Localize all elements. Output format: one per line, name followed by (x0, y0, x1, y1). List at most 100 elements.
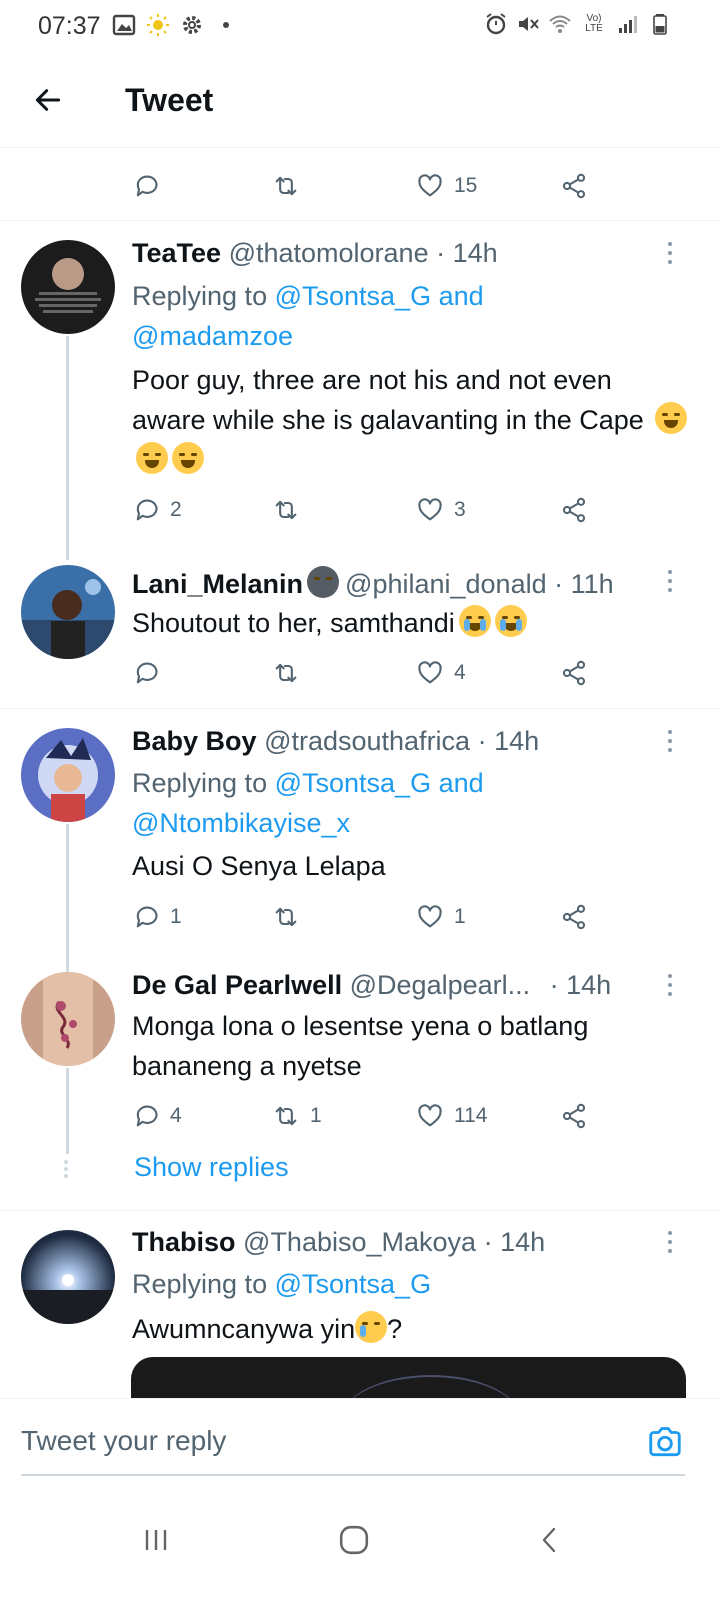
system-nav-bar (0, 1486, 720, 1600)
tweet-text: Monga lona o lesentse yena o batlang ban… (132, 1006, 692, 1086)
avatar[interactable] (21, 1230, 115, 1324)
sun-icon (146, 13, 170, 37)
reply-button[interactable] (132, 166, 160, 206)
mention-link[interactable]: @Tsontsa_G and (275, 281, 484, 311)
tears-of-joy-emoji-icon (136, 442, 168, 474)
show-replies-link[interactable]: Show replies (134, 1152, 289, 1183)
heart-icon (418, 174, 442, 197)
tweet-text: Poor guy, three are not his and not even… (132, 360, 692, 480)
retweet-count: 1 (310, 1104, 322, 1127)
reply-button[interactable]: 1 (132, 897, 182, 937)
handle[interactable]: @thatomolorane (229, 238, 429, 268)
like-button[interactable]: 1 (416, 897, 466, 937)
display-name[interactable]: TeaTee (132, 238, 221, 268)
status-time: 07:37 (38, 12, 101, 40)
display-name[interactable]: Baby Boy (132, 726, 257, 756)
tweet-body: Awumncanywa yin (132, 1314, 356, 1344)
volte-label: Vo) LTE (585, 13, 603, 34)
thread-line (66, 1068, 69, 1154)
more-options-button[interactable] (660, 1227, 680, 1257)
timestamp: · 14h (436, 238, 498, 268)
divider (0, 220, 720, 221)
handle[interactable]: @philani_donald (345, 569, 547, 599)
back-button[interactable] (30, 82, 66, 118)
share-button[interactable] (560, 1096, 588, 1136)
status-bar: 07:37 Vo) LTE (0, 0, 720, 52)
display-name[interactable]: Thabiso (132, 1227, 236, 1257)
mention-link[interactable]: @madamzoe (132, 321, 293, 351)
display-name[interactable]: Lani_Melanin (132, 569, 303, 599)
thread-line (66, 336, 69, 560)
system-back-button[interactable] (520, 1510, 580, 1570)
recent-apps-icon (145, 1530, 167, 1550)
like-count: 15 (454, 174, 478, 197)
battery-icon (648, 12, 672, 36)
timestamp: · 11h (554, 569, 614, 599)
timestamp: · 14h (549, 970, 612, 1000)
retweet-button[interactable]: 1 (272, 1096, 322, 1136)
retweet-button[interactable] (272, 166, 300, 206)
reply-button[interactable]: 4 (132, 1096, 182, 1136)
more-options-button[interactable] (660, 566, 680, 596)
camera-button[interactable] (646, 1423, 684, 1461)
handle[interactable]: @tradsouthafrica (264, 726, 470, 756)
replying-to: Replying to @Tsontsa_G (132, 1264, 692, 1304)
reply-count: 4 (170, 1104, 182, 1127)
retweet-button[interactable] (272, 897, 300, 937)
avatar[interactable] (21, 240, 115, 334)
more-options-button[interactable] (660, 238, 680, 268)
heart-icon (418, 661, 442, 684)
tears-of-joy-emoji-icon (655, 402, 688, 434)
like-button[interactable]: 4 (416, 653, 466, 693)
sad-tear-emoji-icon (355, 1311, 388, 1343)
home-icon (339, 1525, 369, 1555)
mention-link[interactable]: @Ntombikayise_x (132, 808, 350, 838)
tweet-body: Poor guy, three are not his and not even… (132, 365, 644, 435)
retweet-icon (275, 1106, 297, 1126)
crying-face-emoji-icon (458, 605, 491, 637)
camera-icon (649, 1427, 681, 1457)
handle[interactable]: @Degalpearl... (350, 970, 531, 1000)
share-button[interactable] (560, 166, 588, 206)
avatar[interactable] (21, 728, 115, 822)
notification-dot-icon (214, 13, 238, 37)
share-button[interactable] (560, 490, 588, 530)
reply-icon (136, 175, 158, 197)
retweet-button[interactable] (272, 653, 300, 693)
divider (0, 708, 720, 709)
recent-apps-button[interactable] (126, 1510, 186, 1570)
reply-input[interactable] (21, 1425, 581, 1457)
reply-icon (136, 662, 158, 684)
reply-icon (136, 499, 158, 521)
heart-icon (418, 498, 442, 521)
share-icon (562, 1103, 586, 1129)
like-count: 1 (454, 905, 466, 928)
share-button[interactable] (560, 897, 588, 937)
signal-icon (616, 12, 640, 36)
mention-link[interactable]: @Tsontsa_G and (275, 768, 484, 798)
heart-icon (418, 1104, 442, 1127)
share-button[interactable] (560, 653, 588, 693)
reply-button[interactable]: 2 (132, 490, 182, 530)
like-button[interactable]: 3 (416, 490, 466, 530)
home-button[interactable] (324, 1510, 384, 1570)
display-name[interactable]: De Gal Pearlwell (132, 970, 342, 1000)
reply-icon (136, 906, 158, 928)
more-options-button[interactable] (660, 726, 680, 756)
tweet-body: Shoutout to her, samthandi (132, 608, 455, 638)
like-count: 3 (454, 498, 466, 521)
replying-to: Replying to @Tsontsa_G and @madamzoe (132, 276, 692, 356)
crying-face-emoji-icon (494, 605, 527, 637)
mention-link[interactable]: @Tsontsa_G (275, 1269, 431, 1299)
retweet-button[interactable] (272, 490, 300, 530)
avatar[interactable] (21, 565, 115, 659)
like-button[interactable]: 114 (416, 1096, 487, 1136)
handle[interactable]: @Thabiso_Makoya (243, 1227, 476, 1257)
more-options-button[interactable] (660, 970, 680, 1000)
back-arrow-icon (35, 89, 61, 111)
reply-button[interactable] (132, 653, 170, 693)
share-icon (562, 497, 586, 523)
avatar[interactable] (21, 972, 115, 1066)
like-button[interactable]: 15 (416, 166, 477, 206)
reply-icon (136, 1105, 158, 1127)
